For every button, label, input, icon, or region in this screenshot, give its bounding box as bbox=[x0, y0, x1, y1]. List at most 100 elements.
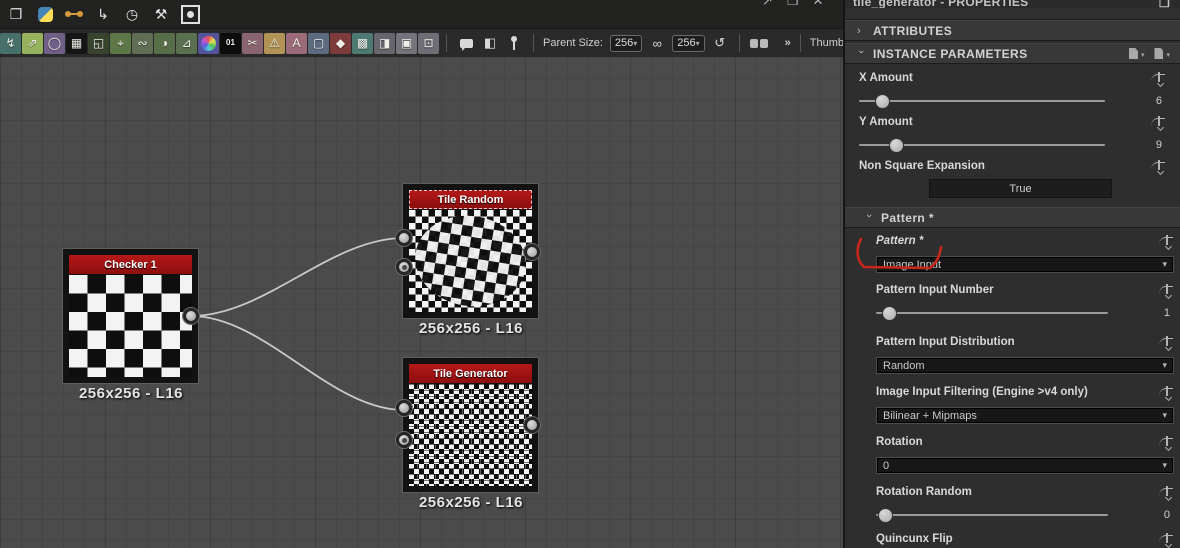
x-amount-slider[interactable] bbox=[859, 94, 1105, 108]
node-tile-random[interactable]: Tile Random bbox=[403, 184, 538, 318]
dot-link-node-icon[interactable]: ∾ bbox=[132, 32, 153, 54]
graph-canvas[interactable]: Checker 1 256x256 - L16 Tile Random 256x… bbox=[0, 57, 843, 548]
curve-cut-node-icon[interactable]: ✂ bbox=[242, 32, 263, 54]
noise-node-icon[interactable]: ▩ bbox=[352, 32, 373, 54]
scene-pin-node-icon[interactable]: ⌖ bbox=[110, 32, 131, 54]
link-size-icon[interactable]: ∞ bbox=[648, 34, 666, 52]
preset-edit-icon[interactable] bbox=[1154, 48, 1164, 59]
node-tile-generator[interactable]: Tile Generator bbox=[403, 358, 538, 492]
polyline-connect-icon[interactable]: ↳ bbox=[93, 4, 113, 24]
image-input-filtering-dropdown[interactable]: Bilinear + Mipmaps ▾ bbox=[876, 407, 1174, 424]
preset-save-icon[interactable] bbox=[1128, 48, 1138, 59]
function-graph-icon[interactable] bbox=[1151, 116, 1166, 131]
text-node-icon[interactable]: A bbox=[286, 32, 307, 54]
parent-size-width-select[interactable]: 256 ▾ bbox=[609, 34, 643, 52]
pattern-input-number-slider[interactable] bbox=[876, 306, 1108, 320]
rotation-dropdown[interactable]: 0 ▾ bbox=[876, 457, 1174, 474]
picture-frame-icon[interactable]: ◧ bbox=[481, 34, 499, 52]
function-graph-icon[interactable] bbox=[1159, 386, 1174, 401]
plug-connector-icon[interactable] bbox=[749, 34, 768, 52]
slider-handle[interactable] bbox=[879, 508, 893, 522]
wire-checker-to-tile-generator bbox=[190, 315, 405, 411]
non-square-expansion-toggle[interactable]: True bbox=[929, 179, 1112, 198]
window-layout-icon[interactable]: ❐ bbox=[6, 4, 26, 24]
toolbar-overflow-chevrons[interactable]: » bbox=[785, 37, 791, 49]
function-graph-icon[interactable] bbox=[1151, 72, 1166, 87]
function-graph-icon[interactable] bbox=[1151, 160, 1166, 175]
color-wheel-node-icon[interactable] bbox=[198, 32, 219, 54]
revert-size-icon[interactable]: ↺ bbox=[711, 34, 729, 52]
pin-icon[interactable] bbox=[505, 34, 523, 52]
output-port-tile-random[interactable] bbox=[524, 244, 540, 260]
shape-node-icon[interactable]: ◯ bbox=[44, 32, 65, 54]
comment-icon[interactable] bbox=[457, 34, 475, 52]
function-graph-icon[interactable] bbox=[1159, 284, 1174, 299]
function-graph-icon[interactable] bbox=[1159, 533, 1174, 548]
link-nodes-icon[interactable] bbox=[64, 4, 84, 24]
maximize-panel-icon[interactable]: ❒ bbox=[787, 0, 799, 9]
input-port-1-tile-generator[interactable] bbox=[396, 400, 412, 416]
parent-size-height-select[interactable]: 256 ▾ bbox=[672, 34, 705, 52]
input-port-2-tile-random[interactable] bbox=[396, 259, 412, 275]
warning-mirror-node-icon[interactable]: ⚠ bbox=[264, 32, 285, 54]
extrude-node-icon[interactable]: ◱ bbox=[88, 32, 109, 54]
panel-title-bar: tile_generator - PROPERTIES ↗ ❒ ✕ bbox=[845, 0, 1180, 8]
levels-node-icon[interactable]: ◑ bbox=[154, 32, 175, 54]
pattern-input-distribution-dropdown[interactable]: Random ▾ bbox=[876, 357, 1174, 374]
wire-checker-to-tile-random bbox=[190, 237, 405, 317]
node-toolbar: ↯ ⇗ ◯ ▦ ◱ ⌖ ∾ ◑ ⊿ 01 ✂ ⚠ A ▢ ◆ ▩ ◨ ▣ ⊡ ◧ Parent Size: 256 ▾… bbox=[0, 28, 884, 57]
section-instance-parameters[interactable]: › INSTANCE PARAMETERS ▾ ▾ bbox=[845, 43, 1180, 64]
section-attributes[interactable]: › ATTRIBUTES bbox=[845, 20, 1180, 41]
pattern-dropdown[interactable]: Image Input ▾ bbox=[876, 256, 1174, 273]
function-graph-icon[interactable] bbox=[1159, 336, 1174, 351]
atomic-frame-node-icon[interactable]: ⊡ bbox=[418, 32, 439, 54]
y-amount-slider[interactable] bbox=[859, 138, 1105, 152]
application-window: ❐ ↳ ◷ ⚒ ↗ ❒ ✕ ↯ ⇗ ◯ ▦ ◱ ⌖ ∾ ◑ ⊿ 01 ✂ ⚠ A ▢ ◆ ▩ ◨ ▣ ⊡ ◧ Par… bbox=[0, 0, 1180, 548]
param-label: Quincunx Flip bbox=[876, 533, 953, 545]
toolbar-separator bbox=[738, 34, 740, 52]
input-port-2-tile-generator[interactable] bbox=[396, 432, 412, 448]
function-graph-icon[interactable] bbox=[1159, 436, 1174, 451]
paint-bucket-node-icon[interactable]: ◆ bbox=[330, 32, 351, 54]
slider-handle[interactable] bbox=[882, 306, 896, 320]
selection-node-icon[interactable]: ▢ bbox=[308, 32, 329, 54]
function-graph-icon[interactable] bbox=[1159, 486, 1174, 501]
tools-icon[interactable]: ⚒ bbox=[151, 4, 171, 24]
caret-down-icon: ▾ bbox=[1140, 52, 1145, 59]
param-x-amount: X Amount 6 bbox=[845, 72, 1180, 114]
caret-down-icon: ▾ bbox=[1162, 360, 1167, 370]
section-label: Pattern * bbox=[881, 210, 934, 225]
function-graph-icon[interactable] bbox=[1159, 235, 1174, 250]
image-frame-icon bbox=[180, 4, 200, 24]
tile-grid-node-icon[interactable]: ▦ bbox=[66, 32, 87, 54]
slider-handle[interactable] bbox=[889, 138, 903, 152]
preview-image-icon[interactable] bbox=[180, 4, 200, 24]
section-pattern[interactable]: › Pattern * bbox=[845, 207, 1180, 228]
node-size-label: 256x256 - L16 bbox=[418, 494, 524, 511]
output-port-checker[interactable] bbox=[183, 308, 199, 324]
node-checker-1[interactable]: Checker 1 bbox=[63, 249, 198, 383]
bubble-icon bbox=[459, 38, 473, 51]
param-rotation: Rotation 0 ▾ bbox=[845, 436, 1180, 474]
timer-icon[interactable]: ◷ bbox=[122, 4, 142, 24]
input-port-1-tile-random[interactable] bbox=[396, 230, 412, 246]
atomic-shape-node-icon[interactable]: ◨ bbox=[374, 32, 395, 54]
histogram-node-icon[interactable]: ⊿ bbox=[176, 32, 197, 54]
slider-handle[interactable] bbox=[876, 94, 890, 108]
maximize-panel-icon[interactable]: ❒ bbox=[1151, 0, 1170, 8]
transform-node-icon[interactable]: ↯ bbox=[0, 32, 21, 54]
detach-panel-icon[interactable]: ↗ bbox=[762, 0, 773, 9]
dither-01-node-icon[interactable]: 01 bbox=[220, 32, 241, 54]
parameters-list: X Amount 6 Y Amount 9 Non Square Expansi… bbox=[845, 66, 1180, 548]
close-panel-icon[interactable]: ✕ bbox=[813, 0, 824, 9]
pin-glyph-icon bbox=[510, 35, 518, 51]
panel-spacer bbox=[845, 8, 1180, 20]
atomic-rect-node-icon[interactable]: ▣ bbox=[396, 32, 417, 54]
blend-node-icon[interactable]: ⇗ bbox=[22, 32, 43, 54]
param-label: Image Input Filtering (Engine >v4 only) bbox=[876, 386, 1088, 398]
python-editor-icon[interactable] bbox=[35, 4, 55, 24]
caret-down-icon: ▾ bbox=[1162, 460, 1167, 470]
rotation-random-slider[interactable] bbox=[876, 508, 1108, 522]
output-port-tile-generator[interactable] bbox=[524, 417, 540, 433]
caret-down-icon: ▾ bbox=[1162, 410, 1167, 420]
